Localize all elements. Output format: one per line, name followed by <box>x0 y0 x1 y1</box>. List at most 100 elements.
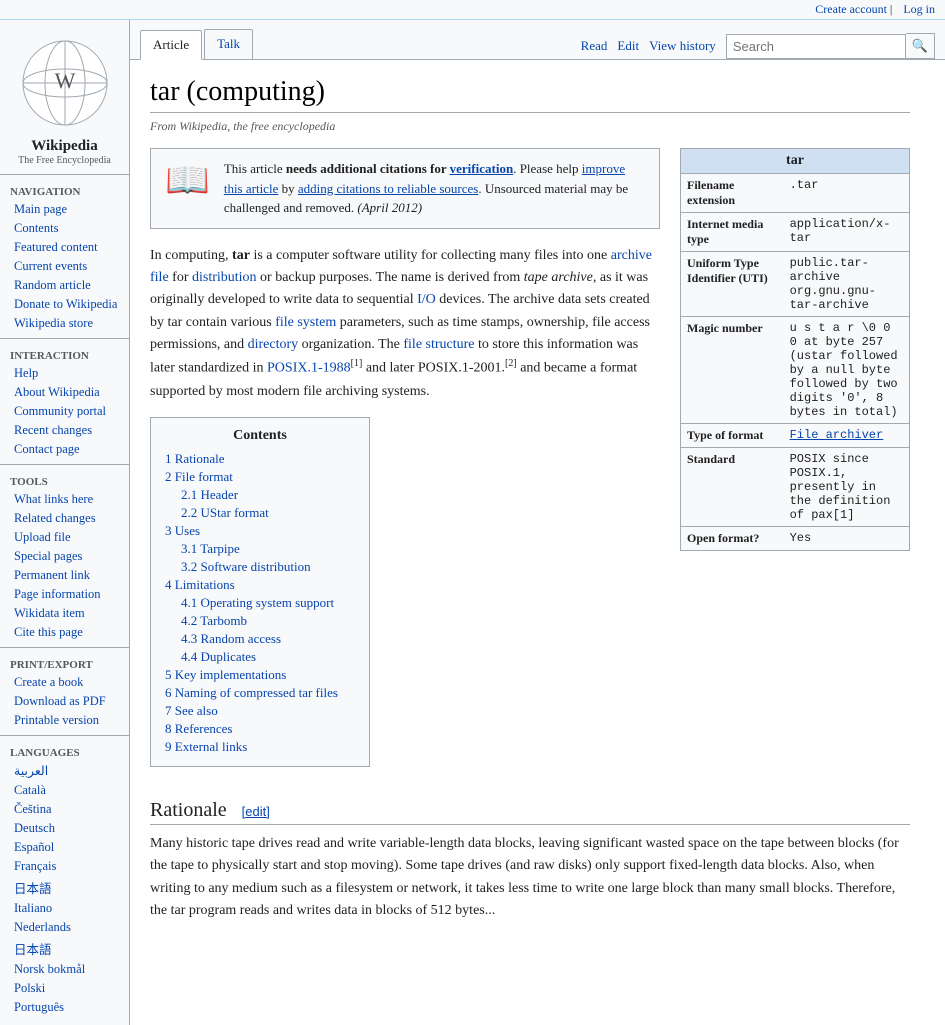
search-form: 🔍 <box>726 33 935 59</box>
sidebar-link-permanent-link[interactable]: Permanent link <box>0 566 129 585</box>
language-link[interactable]: Português <box>0 998 129 1017</box>
io-link[interactable]: I/O <box>417 292 436 307</box>
wikipedia-globe-icon: W <box>20 38 110 128</box>
sidebar-link-wikidata-item[interactable]: Wikidata item <box>0 604 129 623</box>
sidebar-link-about-wikipedia[interactable]: About Wikipedia <box>0 383 129 402</box>
language-links: العربيةCatalàČeštinaDeutschEspañolFrança… <box>0 761 129 1017</box>
create-account-link[interactable]: Create account <box>815 2 887 16</box>
infobox-label: Filename extension <box>681 174 784 213</box>
contents-link[interactable]: 4.3 Random access <box>181 631 281 646</box>
contents-item: 3.2 Software distribution <box>181 558 355 576</box>
contents-link[interactable]: 7 See also <box>165 703 218 718</box>
contents-link[interactable]: 3 Uses <box>165 523 200 538</box>
search-input[interactable] <box>726 34 906 59</box>
infobox-row: Filename extension.tar <box>681 174 909 213</box>
sidebar-link-recent-changes[interactable]: Recent changes <box>0 421 129 440</box>
file-archiver-link[interactable]: File archiver <box>790 428 884 442</box>
sidebar-link-contents[interactable]: Contents <box>0 219 129 238</box>
citations-link[interactable]: adding citations to reliable sources <box>298 181 479 196</box>
language-link[interactable]: Čeština <box>0 800 129 819</box>
sidebar-link-donate-to-wikipedia[interactable]: Donate to Wikipedia <box>0 295 129 314</box>
contents-link[interactable]: 2 File format <box>165 469 233 484</box>
contents-link[interactable]: 4.2 Tarbomb <box>181 613 247 628</box>
interaction-section-title: Interaction <box>0 344 129 364</box>
sidebar-link-page-information[interactable]: Page information <box>0 585 129 604</box>
sidebar-link-main-page[interactable]: Main page <box>0 200 129 219</box>
contents-item: 4.2 Tarbomb <box>181 612 355 630</box>
infobox-value: public.tar-archive org.gnu.gnu-tar-archi… <box>784 252 909 317</box>
sidebar-link-current-events[interactable]: Current events <box>0 257 129 276</box>
infobox-label: Type of format <box>681 424 784 448</box>
contents-link[interactable]: 8 References <box>165 721 233 736</box>
contents-link[interactable]: 3.2 Software distribution <box>181 559 311 574</box>
tab-read[interactable]: Read <box>581 38 608 54</box>
language-link[interactable]: Polski <box>0 979 129 998</box>
tab-article[interactable]: Article <box>140 30 202 60</box>
sidebar-link-cite-this-page[interactable]: Cite this page <box>0 623 129 642</box>
tab-talk[interactable]: Talk <box>204 29 253 59</box>
contents-item: 3.1 Tarpipe <box>181 540 355 558</box>
log-in-link[interactable]: Log in <box>903 2 935 16</box>
contents-item: 9 External links <box>165 738 355 756</box>
language-link[interactable]: Nederlands <box>0 918 129 937</box>
contents-link[interactable]: 4.4 Duplicates <box>181 649 256 664</box>
sidebar-link-wikipedia-store[interactable]: Wikipedia store <box>0 314 129 333</box>
infobox-label: Internet media type <box>681 213 784 252</box>
wiki-logo: W <box>0 28 129 138</box>
svg-text:W: W <box>54 68 75 93</box>
top-bar: Create account | Log in <box>0 0 945 20</box>
language-link[interactable]: العربية <box>0 761 129 781</box>
tab-view-history[interactable]: View history <box>649 38 716 54</box>
language-link[interactable]: Italiano <box>0 899 129 918</box>
contents-link[interactable]: 4 Limitations <box>165 577 235 592</box>
sidebar-link-featured-content[interactable]: Featured content <box>0 238 129 257</box>
citation-text: This article needs additional citations … <box>224 159 645 218</box>
contents-link[interactable]: 4.1 Operating system support <box>181 595 334 610</box>
sidebar-link-upload-file[interactable]: Upload file <box>0 528 129 547</box>
contents-link[interactable]: 2.1 Header <box>181 487 238 502</box>
wiki-wordmark: Wikipedia <box>0 138 129 155</box>
sidebar-link-random-article[interactable]: Random article <box>0 276 129 295</box>
search-button[interactable]: 🔍 <box>906 33 935 59</box>
language-link[interactable]: Català <box>0 781 129 800</box>
contents-link[interactable]: 2.2 UStar format <box>181 505 269 520</box>
contents-link[interactable]: 6 Naming of compressed tar files <box>165 685 338 700</box>
citation-icon: 📖 <box>165 159 210 201</box>
print-section-title: Print/export <box>0 653 129 673</box>
infobox-row: Open format?Yes <box>681 527 909 551</box>
contents-item: 5 Key implementations <box>165 666 355 684</box>
sidebar-link-printable-version[interactable]: Printable version <box>0 711 129 730</box>
filesystem-link[interactable]: file system <box>275 315 336 330</box>
contents-link[interactable]: 1 Rationale <box>165 451 225 466</box>
posix-link[interactable]: POSIX.1-1988 <box>267 361 351 376</box>
infobox-value: File archiver <box>784 424 909 448</box>
navigation-links: Main pageContentsFeatured contentCurrent… <box>0 200 129 333</box>
language-link[interactable]: Español <box>0 838 129 857</box>
contents-item: 2.1 Header <box>181 486 355 504</box>
sidebar-link-contact-page[interactable]: Contact page <box>0 440 129 459</box>
sidebar-link-what-links-here[interactable]: What links here <box>0 490 129 509</box>
infobox-row: StandardPOSIX since POSIX.1, presently i… <box>681 448 909 527</box>
contents-link[interactable]: 5 Key implementations <box>165 667 286 682</box>
sidebar-link-related-changes[interactable]: Related changes <box>0 509 129 528</box>
contents-link[interactable]: 3.1 Tarpipe <box>181 541 240 556</box>
sidebar-link-community-portal[interactable]: Community portal <box>0 402 129 421</box>
sidebar-link-help[interactable]: Help <box>0 364 129 383</box>
contents-item: 4.1 Operating system support <box>181 594 355 612</box>
file-structure-link[interactable]: file structure <box>403 337 474 352</box>
rationale-edit-link[interactable]: [edit] <box>242 804 270 819</box>
contents-link[interactable]: 9 External links <box>165 739 247 754</box>
language-link[interactable]: Français <box>0 857 129 876</box>
sidebar-link-special-pages[interactable]: Special pages <box>0 547 129 566</box>
language-link[interactable]: 日本語 <box>0 876 129 899</box>
distribution-link[interactable]: distribution <box>192 270 257 285</box>
sidebar-link-create-a-book[interactable]: Create a book <box>0 673 129 692</box>
language-link[interactable]: 日本語 <box>0 937 129 960</box>
verification-link[interactable]: verification <box>450 161 514 176</box>
language-link[interactable]: Norsk bokmål <box>0 960 129 979</box>
directory-link[interactable]: directory <box>248 337 299 352</box>
language-link[interactable]: Deutsch <box>0 819 129 838</box>
sidebar-link-download-as-pdf[interactable]: Download as PDF <box>0 692 129 711</box>
tab-edit[interactable]: Edit <box>617 38 639 54</box>
infobox-value: u s t a r \0 0 0 at byte 257 (ustar foll… <box>784 317 909 424</box>
